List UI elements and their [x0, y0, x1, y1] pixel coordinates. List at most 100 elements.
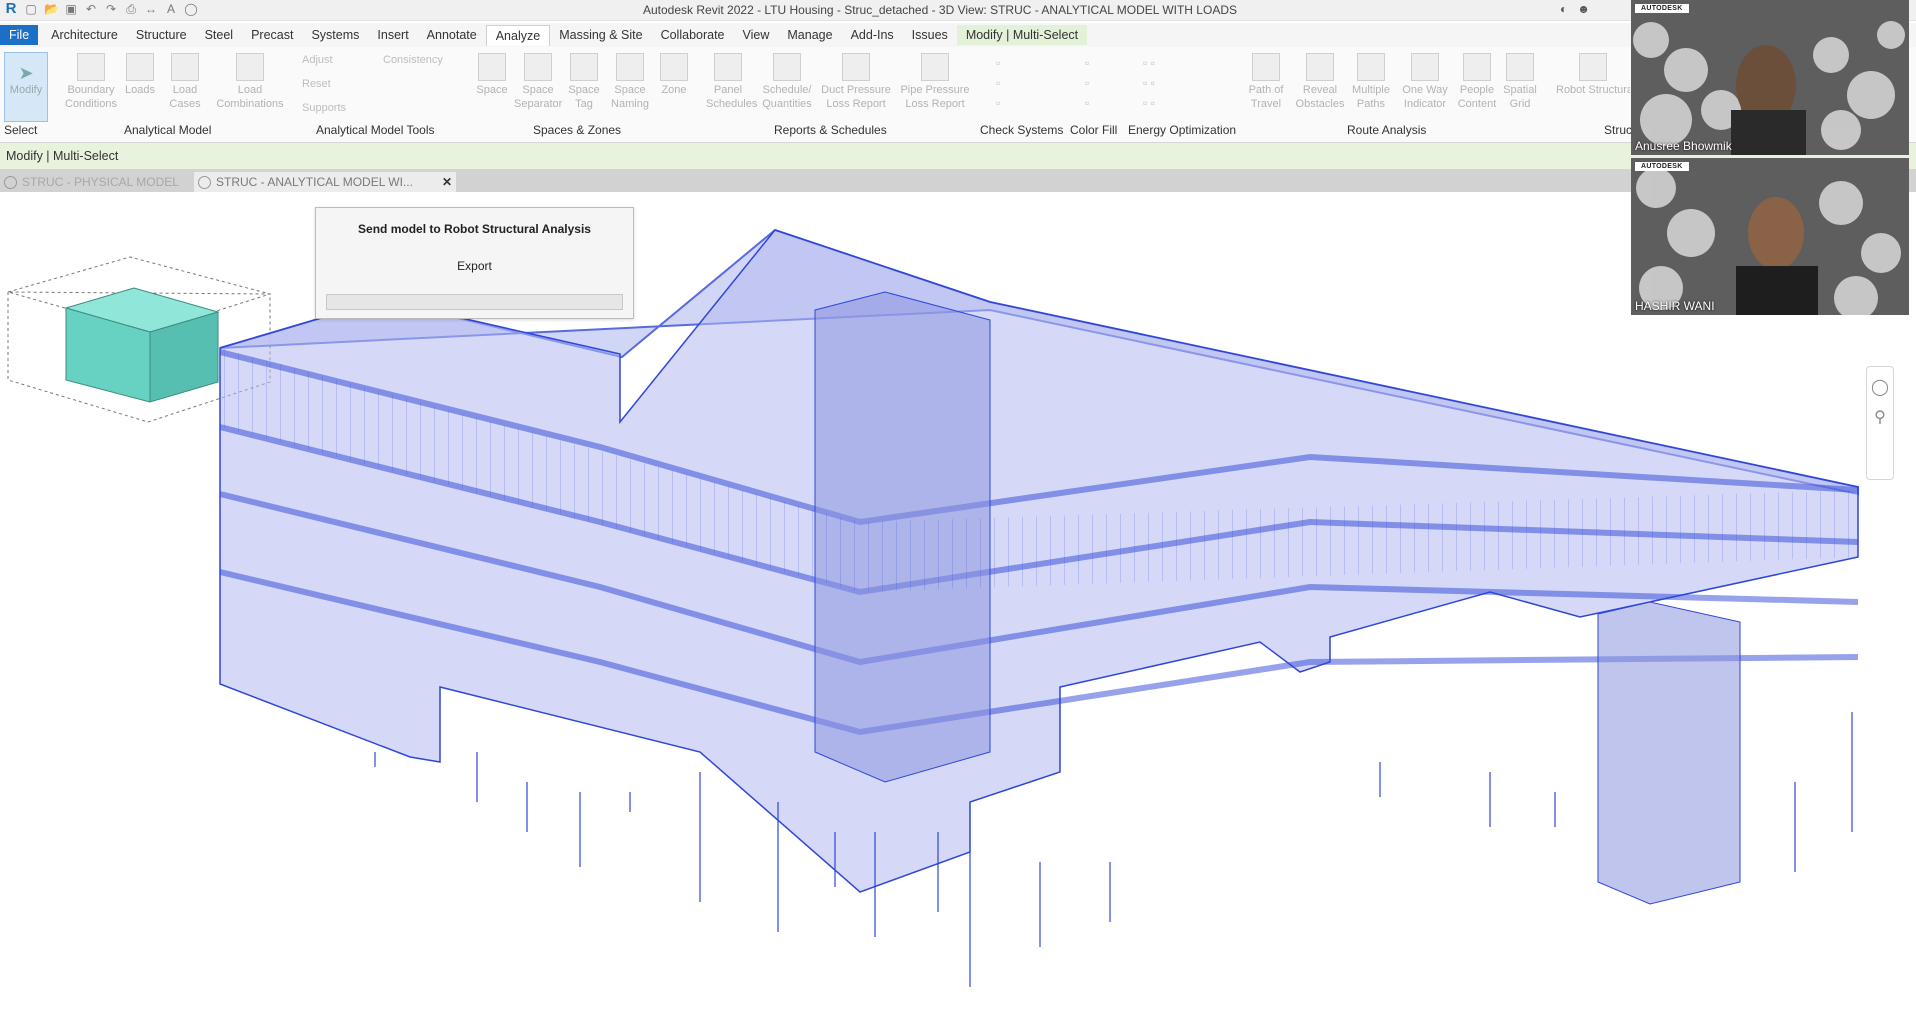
one-way-indicator-button[interactable]: One Way Indicator [1398, 53, 1452, 111]
people-content-icon [1463, 53, 1491, 81]
tab-collaborate[interactable]: Collaborate [652, 25, 734, 45]
people-content-button[interactable]: People Content [1452, 53, 1502, 111]
panel-schedules-icon [714, 53, 742, 81]
participant-video: AUTODESK Anusree Bhowmik [1631, 0, 1909, 155]
measure-icon[interactable]: ↔ [144, 2, 158, 16]
tool-label: Load Cases [169, 84, 201, 110]
tab-massing-site[interactable]: Massing & Site [550, 25, 651, 45]
cursor-icon: ➤ [18, 63, 34, 83]
view-icon[interactable]: ◯ [184, 2, 198, 16]
save-icon[interactable]: ▣ [64, 2, 78, 16]
tool-label: Space Separator [514, 84, 563, 110]
panel-structural: Struc [1604, 123, 1633, 137]
tab-annotate[interactable]: Annotate [418, 25, 486, 45]
tool-label: Zone [661, 84, 687, 96]
zone-icon [660, 53, 688, 81]
schedule-quantities-button[interactable]: Schedule/ Quantities [752, 53, 822, 111]
tool-label: Space [476, 84, 508, 96]
tool-label: Panel Schedules [706, 84, 758, 110]
export-progress-bar [326, 294, 623, 310]
panel-color-fill: Color Fill [1070, 123, 1118, 137]
select-dropdown[interactable]: Select [4, 123, 37, 137]
steering-wheel-icon[interactable]: ◯ [1867, 377, 1893, 397]
reset-button[interactable]: Reset [302, 78, 331, 90]
view-tab-analytical-model[interactable]: STRUC - ANALYTICAL MODEL WI... ✕ [194, 172, 456, 192]
supports-button[interactable]: Supports [302, 102, 346, 114]
video-background [1631, 158, 1909, 315]
context-label: Modify | Multi-Select [6, 149, 119, 163]
revit-logo[interactable]: R [4, 1, 18, 16]
space-tag-icon [570, 53, 598, 81]
schedule-quantities-icon [773, 53, 801, 81]
print-icon[interactable]: ⎙ [124, 2, 138, 16]
space-button[interactable]: Space [472, 53, 512, 97]
tab-steel[interactable]: Steel [196, 25, 243, 45]
dialog-title: Send model to Robot Structural Analysis [358, 222, 591, 236]
modify-button[interactable]: ➤ Modify [4, 52, 48, 122]
panel-route-analysis: Route Analysis [1347, 123, 1427, 137]
tab-add-ins[interactable]: Add-Ins [842, 25, 903, 45]
tab-file[interactable]: File [0, 25, 39, 45]
load-cases-button[interactable]: Load Cases [165, 53, 205, 111]
path-of-travel-icon [1252, 53, 1280, 81]
participant-video: AUTODESK HASHIR WANI [1631, 158, 1909, 315]
tab-modify-multi-select[interactable]: Modify | Multi-Select [956, 25, 1088, 45]
tab-precast[interactable]: Precast [242, 25, 302, 45]
consistency-button[interactable]: Consistency [383, 54, 443, 66]
tool-label: Load Combinations [216, 84, 284, 110]
tool-label: Duct Pressure Loss Report [821, 84, 891, 110]
user-icon[interactable]: ☻ [1577, 2, 1590, 16]
text-icon[interactable]: A [164, 2, 178, 16]
robot-structural-analysis-button[interactable]: Robot Structural Ana [1556, 53, 1630, 97]
adjust-button[interactable]: Adjust [302, 54, 333, 66]
color-fill-tools: ▫ ▫ ▫ [1085, 56, 1090, 110]
reveal-obstacles-button[interactable]: Reveal Obstacles [1294, 53, 1346, 111]
open-icon[interactable]: ▢ [24, 2, 38, 16]
space-naming-button[interactable]: Space Naming [606, 53, 654, 111]
tab-issues[interactable]: Issues [903, 25, 957, 45]
loads-icon [126, 53, 154, 81]
export-label[interactable]: Export [316, 259, 633, 273]
robot-structural-icon [1579, 53, 1607, 81]
multiple-paths-button[interactable]: Multiple Paths [1346, 53, 1396, 111]
spatial-grid-icon [1506, 53, 1534, 81]
tab-insert[interactable]: Insert [368, 25, 417, 45]
tab-architecture[interactable]: Architecture [42, 25, 127, 45]
tab-manage[interactable]: Manage [778, 25, 841, 45]
spatial-grid-button[interactable]: Spatial Grid [1500, 53, 1540, 111]
view-tab-physical-model[interactable]: STRUC - PHYSICAL MODEL [0, 172, 210, 192]
tab-systems[interactable]: Systems [302, 25, 368, 45]
one-way-indicator-icon [1411, 53, 1439, 81]
undo-icon[interactable]: ↶ [84, 2, 98, 16]
tab-structure[interactable]: Structure [127, 25, 196, 45]
tab-view[interactable]: View [734, 25, 779, 45]
space-separator-button[interactable]: Space Separator [514, 53, 562, 111]
zoom-icon[interactable]: ⚲ [1867, 407, 1893, 427]
path-of-travel-button[interactable]: Path of Travel [1240, 53, 1292, 111]
load-combinations-button[interactable]: Load Combinations [210, 53, 290, 111]
tool-label: One Way Indicator [1402, 84, 1448, 110]
pipe-pressure-loss-report-button[interactable]: Pipe Pressure Loss Report [896, 53, 974, 111]
load-cases-icon [171, 53, 199, 81]
open-icon[interactable]: 📂 [44, 2, 59, 16]
space-separator-icon [524, 53, 552, 81]
close-icon[interactable]: ✕ [442, 172, 452, 192]
zone-button[interactable]: Zone [656, 53, 692, 97]
binoculars-icon[interactable]: ◐ [1560, 2, 1567, 16]
boundary-conditions-button[interactable]: Boundary Conditions [62, 53, 120, 111]
duct-pressure-loss-report-button[interactable]: Duct Pressure Loss Report [818, 53, 894, 111]
panel-schedules-button[interactable]: Panel Schedules [706, 53, 757, 111]
tab-analyze[interactable]: Analyze [485, 24, 551, 46]
analytical-model-view[interactable] [0, 192, 1916, 1027]
tool-label: Loads [125, 84, 155, 96]
drawing-canvas[interactable] [0, 192, 1916, 1027]
tool-label: Multiple Paths [1352, 84, 1390, 110]
panel-check-systems: Check Systems [980, 123, 1064, 137]
panel-spaces-zones[interactable]: Spaces & Zones [533, 123, 621, 137]
reveal-obstacles-icon [1306, 53, 1334, 81]
tool-label: People Content [1457, 84, 1497, 110]
tool-label: Reveal Obstacles [1295, 84, 1345, 110]
redo-icon[interactable]: ↷ [104, 2, 118, 16]
space-tag-button[interactable]: Space Tag [564, 53, 604, 111]
loads-button[interactable]: Loads [122, 53, 158, 97]
